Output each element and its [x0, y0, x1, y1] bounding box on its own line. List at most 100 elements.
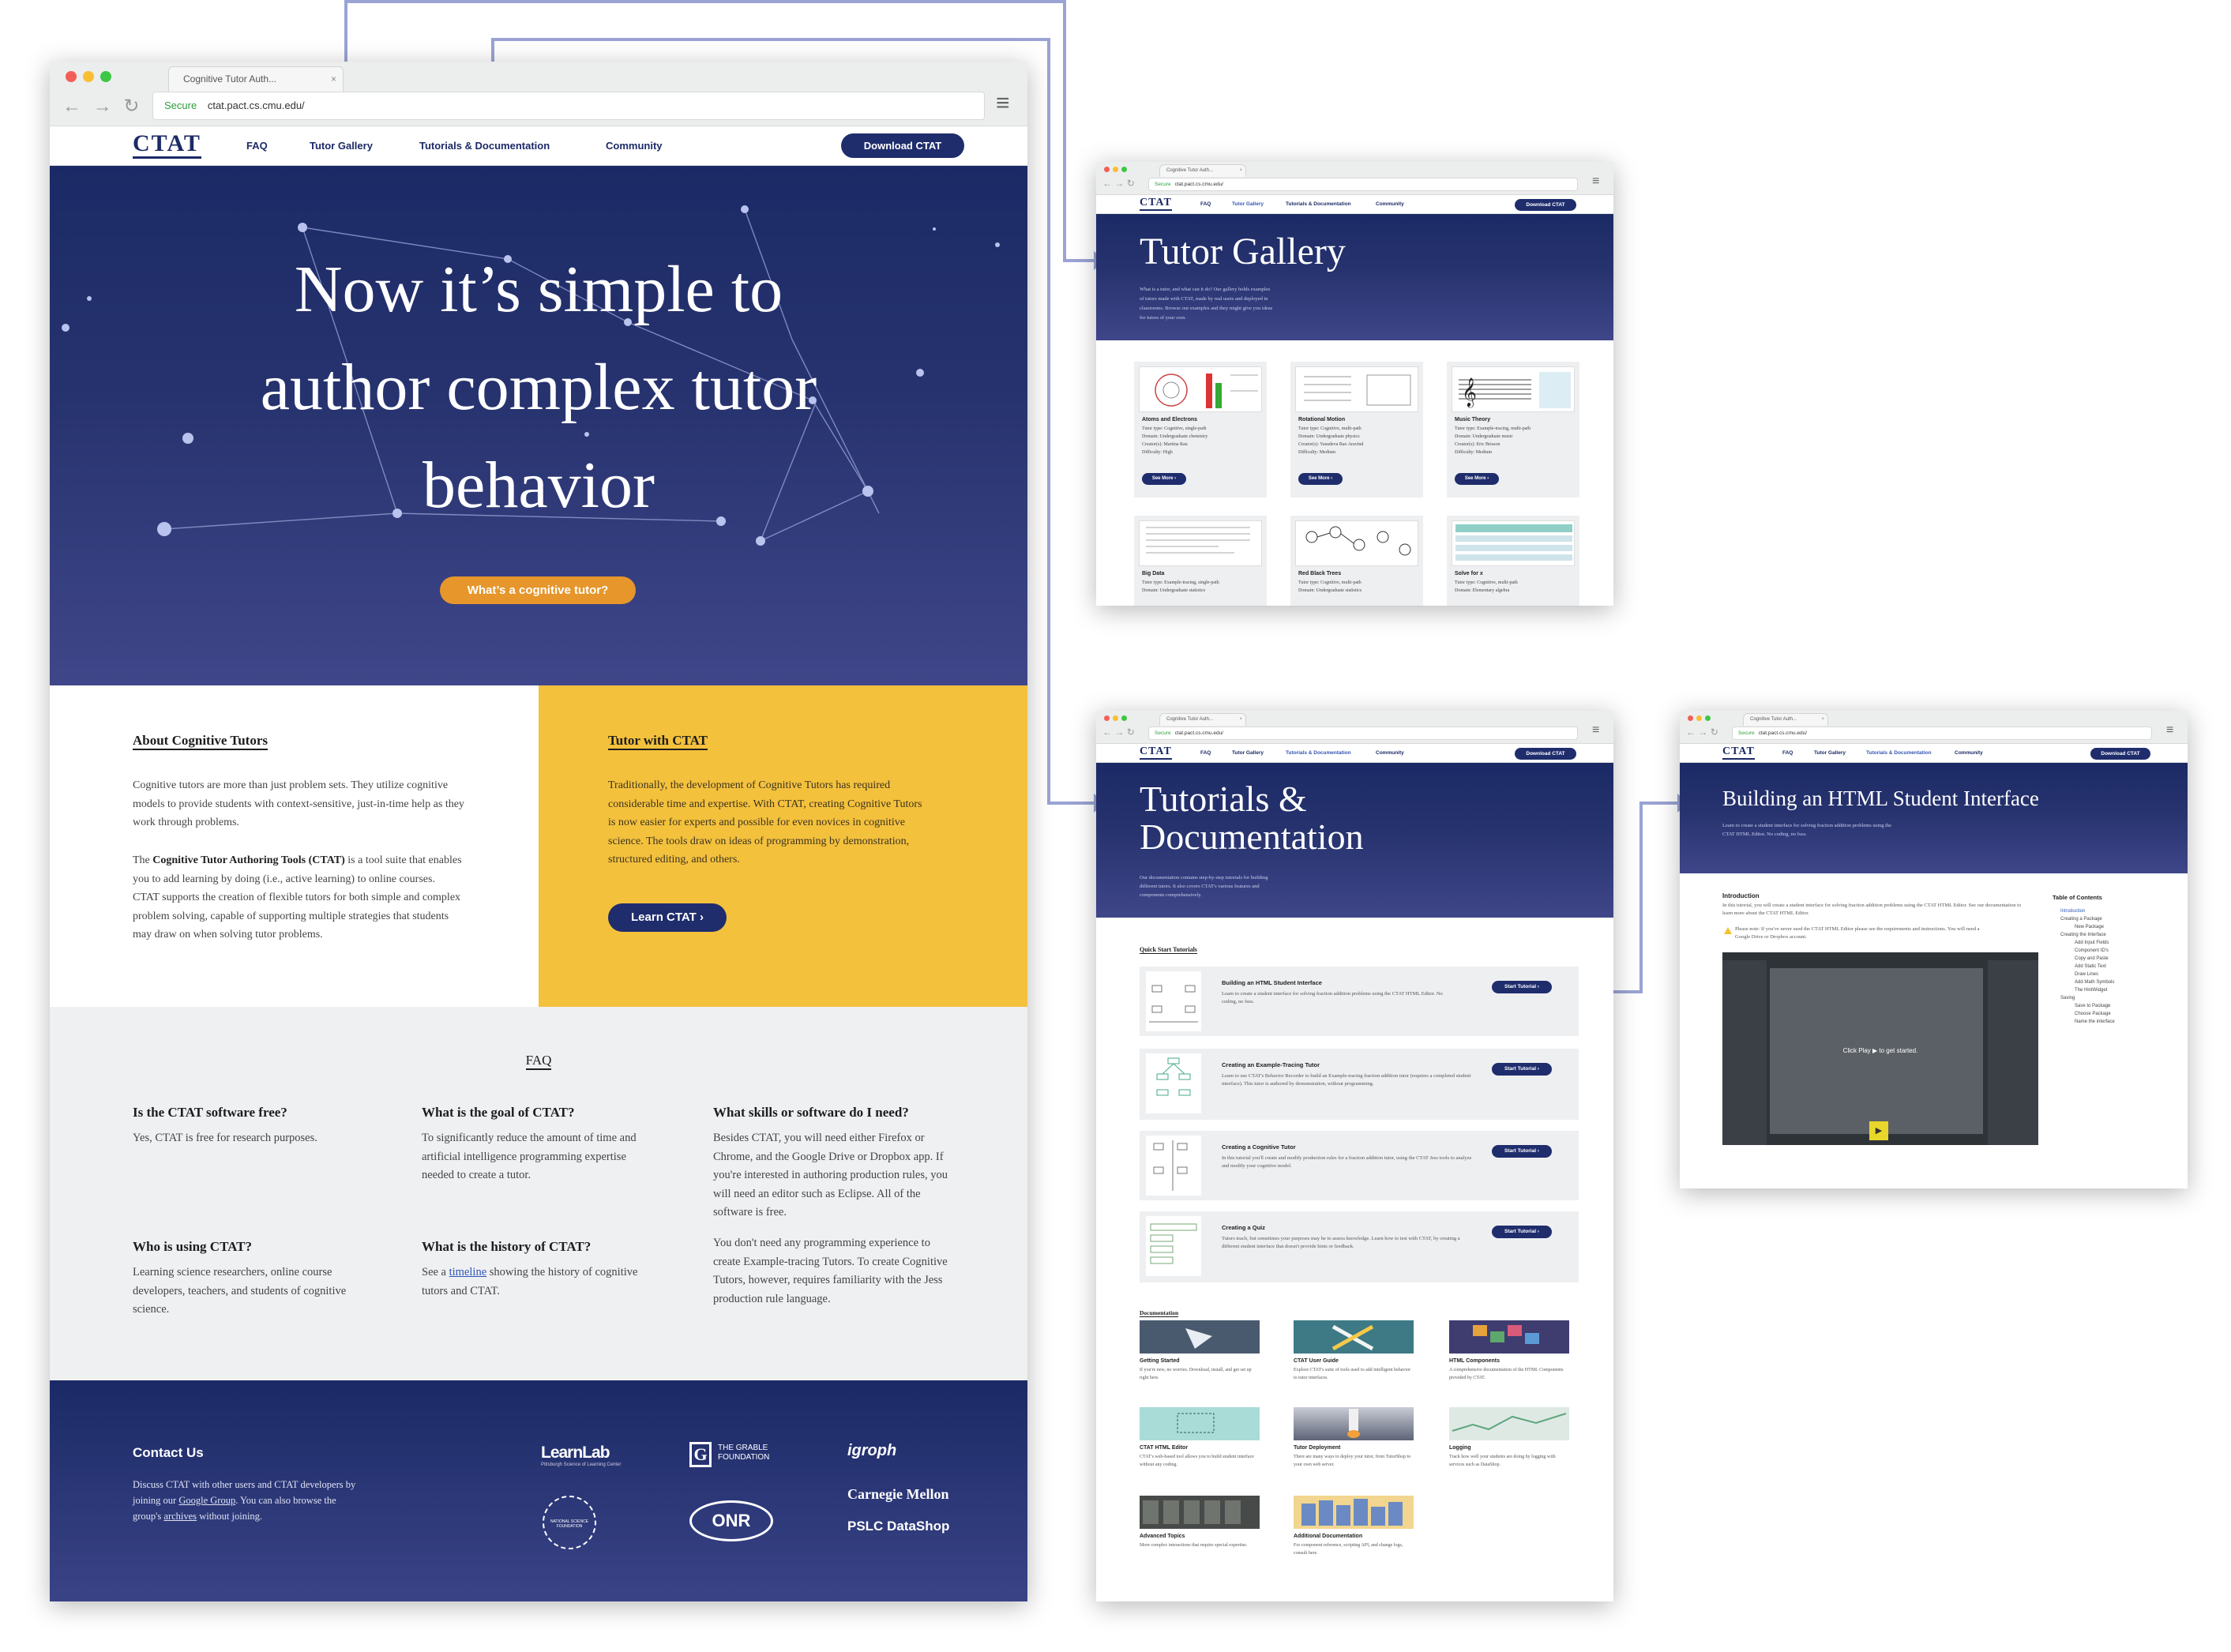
toc-item[interactable]: Copy and Paste [2075, 955, 2179, 963]
nav-tutor-gallery[interactable]: Tutor Gallery [1814, 750, 1846, 756]
gallery-card[interactable]: Red Black Trees Tutor type: Cognitive, m… [1290, 516, 1423, 606]
nav-tutor-gallery[interactable]: Tutor Gallery [1232, 750, 1264, 756]
maximize-window-button[interactable] [1121, 167, 1127, 172]
download-button[interactable]: Download CTAT [841, 133, 964, 158]
nav-faq[interactable]: FAQ [1200, 201, 1211, 207]
tutorial-row[interactable]: Building an HTML Student Interface Learn… [1140, 967, 1579, 1036]
nav-faq[interactable]: FAQ [1782, 750, 1793, 756]
browser-tab[interactable]: Cognitive Tutor Auth... × [168, 66, 344, 92]
tutorial-row[interactable]: Creating an Example-Tracing Tutor Learn … [1140, 1049, 1579, 1120]
minimize-window-button[interactable] [1113, 715, 1118, 721]
ctat-logo[interactable]: CTAT [1140, 197, 1172, 211]
download-button[interactable]: Download CTAT [1515, 199, 1576, 211]
tab-close-icon[interactable]: × [331, 67, 336, 91]
doc-item[interactable]: CTAT HTML Editor CTAT's web-based tool a… [1140, 1407, 1260, 1486]
toc-item[interactable]: Add Math Symbols [2075, 978, 2179, 986]
browser-tab[interactable]: Cognitive Tutor Auth... × [1743, 713, 1828, 726]
nav-tutor-gallery[interactable]: Tutor Gallery [1232, 201, 1264, 207]
gallery-card[interactable]: 𝄞 Music Theory Tutor type: Example-traci… [1447, 362, 1579, 497]
doc-item[interactable]: HTML Components A comprehensive document… [1449, 1320, 1569, 1399]
download-button[interactable]: Download CTAT [1515, 748, 1576, 760]
browser-menu-icon[interactable]: ≡ [1592, 723, 1599, 738]
start-tutorial-button[interactable]: Start Tutorial › [1492, 981, 1552, 993]
toc-item[interactable]: New Package [2075, 923, 2179, 931]
doc-item[interactable]: Advanced Topics More complex interaction… [1140, 1496, 1260, 1575]
close-window-button[interactable] [1688, 715, 1693, 721]
doc-item[interactable]: Logging Track how well your students are… [1449, 1407, 1569, 1486]
nav-faq[interactable]: FAQ [246, 140, 268, 152]
browser-menu-icon[interactable]: ≡ [996, 90, 1010, 117]
doc-item[interactable]: Tutor Deployment There are many ways to … [1294, 1407, 1414, 1486]
forward-icon[interactable]: → [1698, 727, 1707, 738]
toc-item[interactable]: Creating a Package [2060, 915, 2179, 923]
gallery-card[interactable]: Rotational Motion Tutor type: Cognitive,… [1290, 362, 1423, 497]
gallery-card[interactable]: Big Data Tutor type: Example-tracing, si… [1134, 516, 1267, 606]
maximize-window-button[interactable] [100, 71, 111, 82]
see-more-button[interactable]: See More › [1298, 473, 1343, 485]
cmu-logo[interactable]: Carnegie Mellon [847, 1486, 948, 1503]
start-tutorial-button[interactable]: Start Tutorial › [1492, 1145, 1552, 1158]
start-tutorial-button[interactable]: Start Tutorial › [1492, 1226, 1552, 1238]
back-icon[interactable]: ← [62, 96, 81, 117]
nav-tutorials[interactable]: Tutorials & Documentation [419, 140, 550, 152]
nav-tutorials[interactable]: Tutorials & Documentation [1286, 201, 1351, 207]
nsf-logo[interactable]: NATIONAL SCIENCE FOUNDATION [543, 1496, 596, 1549]
close-window-button[interactable] [1104, 715, 1110, 721]
whats-cognitive-tutor-button[interactable]: What’s a cognitive tutor? [440, 576, 636, 604]
toc-item[interactable]: Component ID's [2075, 947, 2179, 955]
video-player[interactable]: Click Play ▶ to get started. ▶ [1722, 952, 2038, 1145]
see-more-button[interactable]: See More › [1455, 473, 1499, 485]
address-bar[interactable]: Secure ctat.pact.cs.cmu.edu/ [1732, 727, 2152, 740]
nav-community[interactable]: Community [1376, 201, 1404, 207]
nav-tutor-gallery[interactable]: Tutor Gallery [310, 140, 373, 152]
nav-community[interactable]: Community [1955, 750, 1983, 756]
onr-logo[interactable]: ONR [689, 1500, 773, 1541]
browser-tab[interactable]: Cognitive Tutor Auth... × [1159, 713, 1246, 726]
forward-icon[interactable]: → [93, 96, 112, 117]
maximize-window-button[interactable] [1121, 715, 1127, 721]
toc-item[interactable]: Add Static Text [2075, 963, 2179, 971]
play-button[interactable]: ▶ [1869, 1121, 1888, 1140]
close-window-button[interactable] [1104, 167, 1110, 172]
doc-item[interactable]: Getting Started If you're new, no worrie… [1140, 1320, 1260, 1399]
minimize-window-button[interactable] [1113, 167, 1118, 172]
timeline-link[interactable]: timeline [449, 1266, 487, 1278]
toc-item[interactable]: Choose Package [2075, 1010, 2179, 1018]
learn-ctat-button[interactable]: Learn CTAT › [608, 903, 727, 932]
learnlab-logo[interactable]: LearnLab Pittsburgh Science of Learning … [541, 1444, 621, 1467]
gallery-card[interactable]: Atoms and Electrons Tutor type: Cognitiv… [1134, 362, 1267, 497]
close-window-button[interactable] [66, 71, 77, 82]
browser-menu-icon[interactable]: ≡ [2166, 723, 2173, 738]
gallery-card[interactable]: Solve for x Tutor type: Cognitive, multi… [1447, 516, 1579, 606]
toc-item[interactable]: Draw Lines [2075, 971, 2179, 978]
browser-menu-icon[interactable]: ≡ [1592, 175, 1599, 189]
archives-link[interactable]: archives [163, 1511, 197, 1522]
google-group-link[interactable]: Google Group [178, 1495, 235, 1506]
nav-community[interactable]: Community [1376, 750, 1404, 756]
nav-community[interactable]: Community [606, 140, 663, 152]
see-more-button[interactable]: See More › [1142, 473, 1186, 485]
doc-item[interactable]: Additional Documentation For component r… [1294, 1496, 1414, 1575]
reload-icon[interactable]: ↻ [123, 96, 139, 117]
address-bar[interactable]: Secure ctat.pact.cs.cmu.edu/ [1148, 727, 1578, 740]
nav-tutorials[interactable]: Tutorials & Documentation [1286, 750, 1351, 756]
minimize-window-button[interactable] [83, 71, 94, 82]
toc-item[interactable]: Saving [2060, 994, 2179, 1002]
back-icon[interactable]: ← [1686, 727, 1696, 738]
download-button[interactable]: Download CTAT [2090, 748, 2150, 760]
nav-tutorials[interactable]: Tutorials & Documentation [1866, 750, 1932, 756]
address-bar[interactable]: Secure ctat.pact.cs.cmu.edu/ [152, 92, 985, 120]
tutorial-row[interactable]: Creating a Cognitive Tutor In this tutor… [1140, 1131, 1579, 1200]
back-icon[interactable]: ← [1102, 727, 1112, 738]
toc-item[interactable]: Creating the Interface [2060, 931, 2179, 939]
doc-item[interactable]: CTAT User Guide Explore CTAT's suite of … [1294, 1320, 1414, 1399]
toc-item[interactable]: The HintWidget [2075, 986, 2179, 994]
forward-icon[interactable]: → [1114, 727, 1124, 738]
toc-item[interactable]: Introduction [2060, 907, 2179, 915]
address-bar[interactable]: Secure ctat.pact.cs.cmu.edu/ [1148, 178, 1578, 191]
datashop-logo[interactable]: PSLC DataShop [847, 1519, 949, 1534]
tutorial-row[interactable]: Creating a Quiz Tutors teach, but someti… [1140, 1211, 1579, 1282]
reload-icon[interactable]: ↻ [1127, 178, 1135, 189]
maximize-window-button[interactable] [1705, 715, 1711, 721]
toc-item[interactable]: Name the interface [2075, 1018, 2179, 1026]
